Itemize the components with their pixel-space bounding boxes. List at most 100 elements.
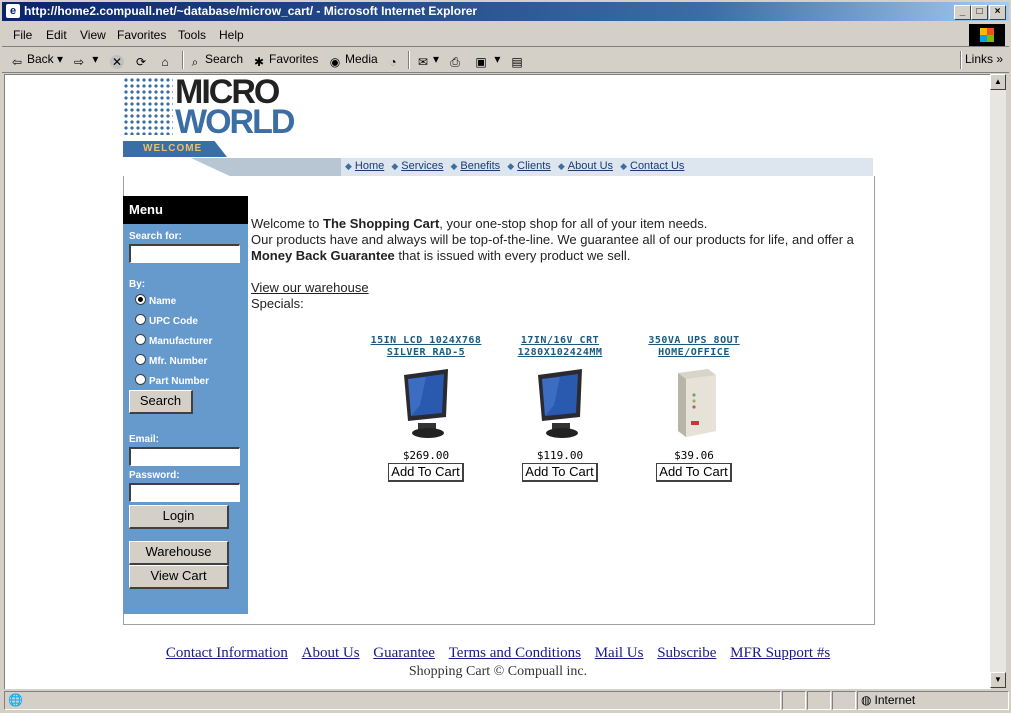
maximize-button[interactable]: □ — [971, 5, 988, 20]
nav-links: ◆ Home ◆ Services ◆ Benefits ◆ Clients ◆ Abou… — [345, 160, 688, 172]
nav-benefits[interactable]: Benefits — [460, 160, 500, 172]
nav-contact-us[interactable]: Contact Us — [630, 160, 684, 172]
favorites-button[interactable]: ✱ Favorites — [252, 52, 318, 69]
favorites-label: Favorites — [269, 52, 319, 66]
add-to-cart-button[interactable]: Add To Cart — [522, 463, 598, 482]
password-field[interactable] — [129, 483, 240, 502]
back-button[interactable]: ⇦ Back ▾ — [10, 52, 63, 69]
close-button[interactable]: × — [989, 5, 1006, 20]
nav-home[interactable]: Home — [355, 160, 384, 172]
footer-about-us[interactable]: About Us — [302, 645, 360, 661]
radio-mfr-number[interactable] — [135, 354, 146, 365]
globe-icon: ◍ — [861, 693, 872, 707]
home-button[interactable]: ⌂ — [158, 52, 175, 69]
microworld-logo: MICRO WORLD — [123, 75, 303, 139]
login-button[interactable]: Login — [129, 505, 229, 529]
vertical-scrollbar[interactable]: ▲ ▼ — [990, 74, 1006, 688]
ups-image[interactable] — [664, 365, 724, 445]
radio-upc-label: UPC Code — [149, 316, 198, 327]
status-pane — [832, 691, 856, 710]
radio-name[interactable] — [135, 294, 146, 305]
product-name-link[interactable]: 17IN/16V CRT 1280X102424MM — [495, 335, 625, 359]
menu-edit[interactable]: Edit — [46, 28, 67, 42]
password-label: Password: — [129, 470, 180, 481]
footer-contact-information[interactable]: Contact Information — [166, 645, 288, 661]
scroll-up-icon[interactable]: ▲ — [990, 74, 1006, 90]
links-label: Links — [965, 52, 994, 66]
media-label: Media — [345, 52, 378, 66]
menu-file[interactable]: File — [13, 28, 32, 42]
stop-button[interactable]: ✕ — [110, 52, 127, 69]
links-button[interactable]: Links » — [965, 52, 1003, 66]
radio-manufacturer[interactable] — [135, 334, 146, 345]
product-name-link[interactable]: 350VA UPS 8OUT HOME/OFFICE — [629, 335, 759, 359]
product-price: $39.06 — [674, 449, 714, 462]
footer-terms[interactable]: Terms and Conditions — [449, 645, 581, 661]
intro-money-back: Money Back Guarantee — [251, 248, 395, 263]
radio-part-number[interactable] — [135, 374, 146, 385]
edit-icon: ▣ — [475, 55, 487, 69]
history-icon: ◔ — [389, 55, 397, 69]
product-card: 15IN LCD 1024X768 SILVER RAD-5 $269.00 Ad… — [361, 335, 491, 482]
nav-about-us[interactable]: About Us — [568, 160, 613, 172]
product-card: 350VA UPS 8OUT HOME/OFFICE $39.06 Add To … — [629, 335, 759, 482]
radio-manufacturer-label: Manufacturer — [149, 336, 213, 347]
email-field[interactable] — [129, 447, 240, 466]
product-price: $269.00 — [402, 449, 450, 462]
media-button[interactable]: ◉ Media — [328, 52, 378, 69]
discuss-button[interactable]: ▤ — [510, 52, 527, 69]
footer-guarantee[interactable]: Guarantee — [373, 645, 435, 661]
refresh-button[interactable]: ⟳ — [134, 52, 151, 69]
print-button[interactable]: ⎙ — [448, 52, 465, 69]
search-button[interactable]: ⌕ Search — [188, 52, 243, 69]
intro-welcome: Welcome to — [251, 216, 324, 231]
menu-help[interactable]: Help — [219, 28, 244, 42]
radio-name-label: Name — [149, 296, 177, 307]
forward-arrow-icon: ⇨ — [73, 55, 85, 69]
mail-button[interactable]: ✉ ▾ — [416, 52, 439, 69]
add-to-cart-button[interactable]: Add To Cart — [388, 463, 464, 482]
scroll-down-icon[interactable]: ▼ — [990, 672, 1006, 688]
toolbar-separator — [182, 51, 184, 69]
menu-view[interactable]: View — [80, 28, 106, 42]
status-bar: 🌐 ◍ Internet — [2, 689, 1009, 711]
email-label: Email: — [129, 434, 160, 445]
product-name-link[interactable]: 15IN LCD 1024X768 SILVER RAD-5 — [361, 335, 491, 359]
sidebar-menu: Menu Search for: By: Name UPC Code Manuf… — [123, 196, 248, 614]
minimize-button[interactable]: _ — [954, 5, 971, 20]
search-button-sidebar[interactable]: Search — [129, 390, 193, 414]
radio-part-number-label: Part Number — [149, 376, 210, 387]
monitor-image[interactable] — [396, 365, 456, 445]
logo-world: WORLD — [175, 103, 295, 141]
bullet-icon: ◆ — [391, 161, 399, 171]
warehouse-button[interactable]: Warehouse — [129, 541, 229, 565]
back-arrow-icon: ⇦ — [11, 55, 23, 69]
radio-mfr-number-label: Mfr. Number — [149, 356, 208, 367]
bullet-icon: ◆ — [450, 161, 458, 171]
nav-clients[interactable]: Clients — [517, 160, 551, 172]
menu-tools[interactable]: Tools — [178, 28, 206, 42]
add-to-cart-button[interactable]: Add To Cart — [656, 463, 732, 482]
intro-guarantee-end: that is issued with every product we sel… — [394, 248, 631, 263]
edit-button[interactable]: ▣ ▾ — [474, 52, 500, 69]
stop-icon: ✕ — [110, 55, 124, 69]
monitor-image[interactable] — [530, 365, 590, 445]
radio-upc-code[interactable] — [135, 314, 146, 325]
view-cart-button[interactable]: View Cart — [129, 565, 229, 589]
zone-label: Internet — [874, 693, 916, 707]
search-input[interactable] — [129, 244, 240, 263]
menu-favorites[interactable]: Favorites — [117, 28, 166, 42]
footer-mfr-support[interactable]: MFR Support #s — [730, 645, 830, 661]
page-icon: 🌐 — [8, 693, 23, 707]
browser-window: e http://home2.compuall.net/~database/mi… — [0, 0, 1011, 713]
nav-services[interactable]: Services — [401, 160, 443, 172]
title-bar: e http://home2.compuall.net/~database/mi… — [2, 2, 1009, 21]
back-label: Back — [27, 52, 54, 66]
bullet-icon: ◆ — [620, 161, 627, 171]
view-warehouse-link[interactable]: View our warehouse — [251, 280, 369, 295]
history-button[interactable]: ◔ — [386, 52, 403, 69]
forward-button[interactable]: ⇨ ▾ — [72, 52, 98, 69]
footer-mail-us[interactable]: Mail Us — [595, 645, 644, 661]
footer-subscribe[interactable]: Subscribe — [657, 645, 716, 661]
intro-tagline: , your one-stop shop for all of your ite… — [439, 216, 708, 231]
